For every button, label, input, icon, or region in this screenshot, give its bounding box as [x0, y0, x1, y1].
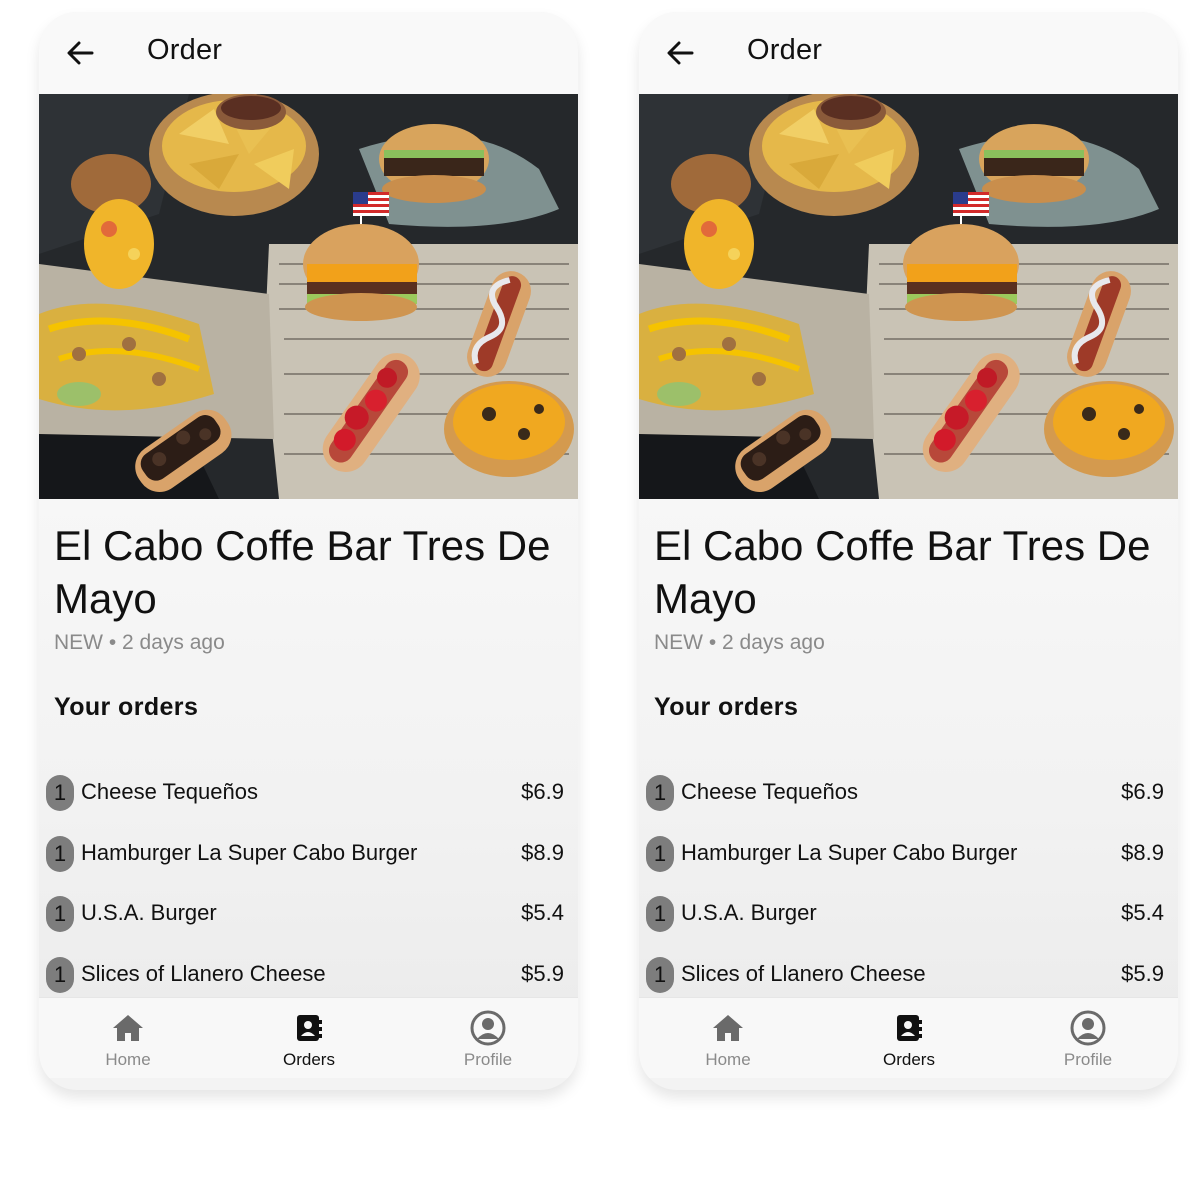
arrow-left-icon — [667, 41, 694, 65]
profile-icon — [470, 1010, 506, 1046]
nav-profile[interactable]: Profile — [423, 998, 553, 1078]
item-price: $5.9 — [1121, 961, 1164, 986]
phone-screen-right: Order El Cabo Coffe Bar Tres De Mayo NEW… — [639, 12, 1178, 1090]
item-name: Cheese Tequeños — [81, 779, 258, 804]
quantity-badge: 1 — [46, 957, 74, 993]
app-bar: Order — [639, 12, 1178, 94]
item-price: $5.4 — [1121, 900, 1164, 925]
bottom-navigation: Home Orders Profile — [39, 997, 578, 1078]
nav-orders-label: Orders — [883, 1050, 935, 1069]
quantity-badge: 1 — [646, 775, 674, 811]
item-name: Cheese Tequeños — [681, 779, 858, 804]
restaurant-name: El Cabo Coffe Bar Tres De Mayo — [54, 522, 551, 622]
quantity-badge: 1 — [46, 775, 74, 811]
order-details: El Cabo Coffe Bar Tres De Mayo NEW • 2 d… — [39, 499, 578, 1009]
app-bar: Order — [39, 12, 578, 94]
item-price: $6.9 — [1121, 779, 1164, 804]
item-price: $8.9 — [1121, 840, 1164, 865]
order-details: El Cabo Coffe Bar Tres De Mayo NEW • 2 d… — [639, 499, 1178, 1009]
order-item: 1 Hamburger La Super Cabo Burger $8.9 — [646, 836, 1164, 874]
nav-home[interactable]: Home — [663, 998, 793, 1078]
nav-orders[interactable]: Orders — [244, 998, 374, 1078]
item-price: $8.9 — [521, 840, 564, 865]
nav-home-label: Home — [105, 1050, 151, 1069]
item-name: Slices of Llanero Cheese — [81, 961, 326, 986]
item-name: U.S.A. Burger — [681, 900, 817, 925]
order-item: 1 U.S.A. Burger $5.4 — [46, 896, 564, 934]
nav-orders-label: Orders — [283, 1050, 335, 1069]
order-item: 1 Slices of Llanero Cheese $5.9 — [46, 957, 564, 995]
quantity-badge: 1 — [646, 836, 674, 872]
nav-profile-label: Profile — [463, 1050, 513, 1069]
order-item: 1 Cheese Tequeños $6.9 — [646, 775, 1164, 813]
nav-home[interactable]: Home — [63, 998, 193, 1078]
phone-screen-left: Order El Cabo Coffe Bar Tres De Mayo NEW… — [39, 12, 578, 1090]
restaurant-photo — [39, 94, 578, 499]
page-title: Order — [747, 34, 823, 66]
orders-icon — [897, 1015, 922, 1041]
restaurant-name: El Cabo Coffe Bar Tres De Mayo — [654, 522, 1151, 622]
quantity-badge: 1 — [646, 896, 674, 932]
orders-icon — [297, 1015, 322, 1041]
item-price: $6.9 — [521, 779, 564, 804]
back-button[interactable] — [663, 36, 697, 70]
item-name: Slices of Llanero Cheese — [681, 961, 926, 986]
order-item: 1 Hamburger La Super Cabo Burger $8.9 — [46, 836, 564, 874]
your-orders-heading: Your orders — [54, 693, 199, 721]
nav-home-label: Home — [705, 1050, 751, 1069]
quantity-badge: 1 — [46, 896, 74, 932]
quantity-badge: 1 — [646, 957, 674, 993]
restaurant-photo — [639, 94, 1178, 499]
quantity-badge: 1 — [46, 836, 74, 872]
home-icon — [113, 1015, 143, 1041]
nav-orders[interactable]: Orders — [844, 998, 974, 1078]
order-meta: NEW • 2 days ago — [54, 631, 225, 654]
profile-icon — [1070, 1010, 1106, 1046]
item-price: $5.4 — [521, 900, 564, 925]
item-name: Hamburger La Super Cabo Burger — [81, 840, 418, 865]
your-orders-heading: Your orders — [654, 693, 799, 721]
bottom-navigation: Home Orders Profile — [639, 997, 1178, 1078]
page-title: Order — [147, 34, 223, 66]
back-button[interactable] — [63, 36, 97, 70]
order-item: 1 U.S.A. Burger $5.4 — [646, 896, 1164, 934]
arrow-left-icon — [67, 41, 94, 65]
home-icon — [713, 1015, 743, 1041]
item-price: $5.9 — [521, 961, 564, 986]
nav-profile-label: Profile — [1063, 1050, 1113, 1069]
order-meta: NEW • 2 days ago — [654, 631, 825, 654]
order-item: 1 Slices of Llanero Cheese $5.9 — [646, 957, 1164, 995]
nav-profile[interactable]: Profile — [1023, 998, 1153, 1078]
order-item: 1 Cheese Tequeños $6.9 — [46, 775, 564, 813]
item-name: U.S.A. Burger — [81, 900, 217, 925]
item-name: Hamburger La Super Cabo Burger — [681, 840, 1018, 865]
